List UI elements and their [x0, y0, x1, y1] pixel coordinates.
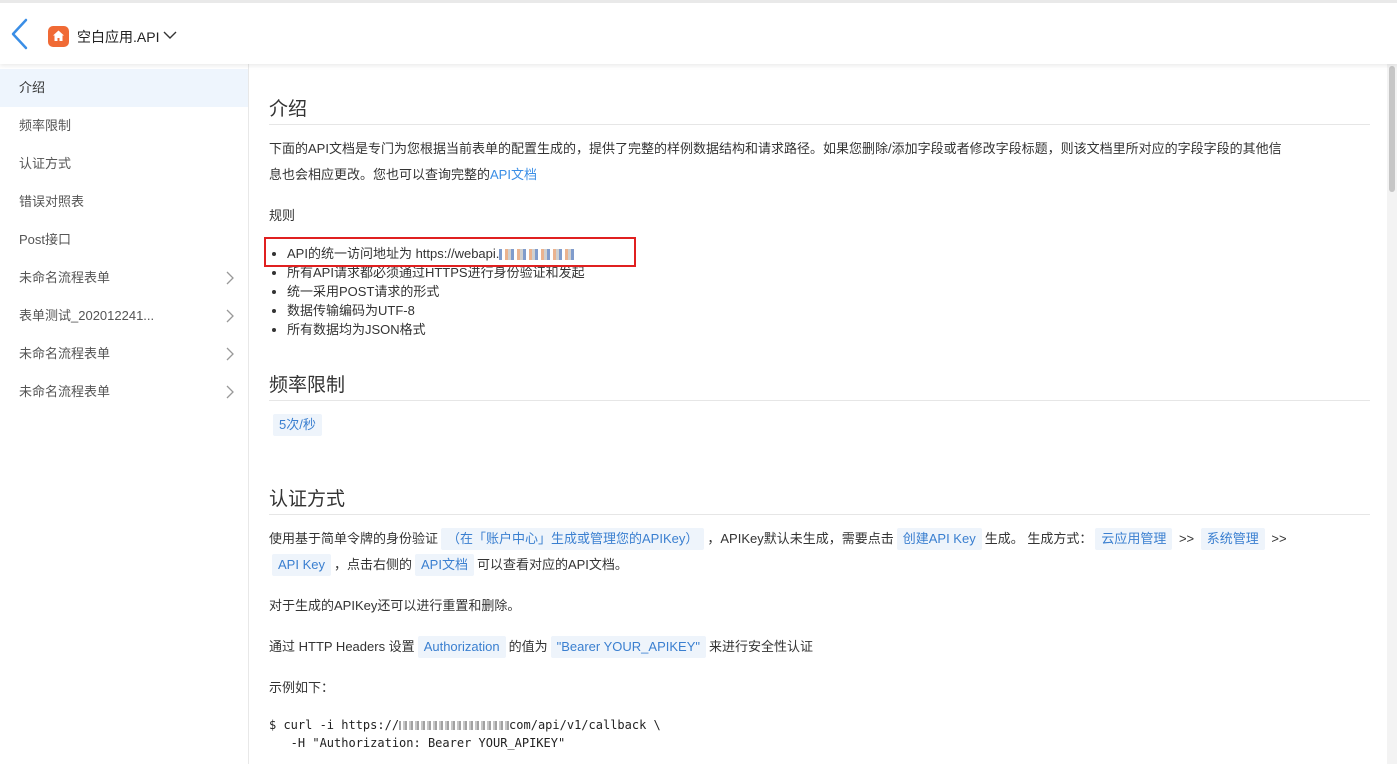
list-item: 数据传输编码为UTF-8 [287, 301, 585, 320]
highlight-annotation [264, 237, 636, 267]
list-item: 所有数据均为JSON格式 [287, 320, 585, 339]
sidebar-item-form-3[interactable]: 未命名流程表单 [0, 373, 248, 411]
auth-reset-note: 对于生成的APIKey还可以进行重置和删除。 [269, 598, 521, 613]
intro-section: 介绍 [269, 94, 1370, 125]
rate-value: 5次/秒 [273, 414, 322, 436]
main-content: 介绍 下面的API文档是专门为您根据当前表单的配置生成的，提供了完整的样例数据结… [249, 64, 1387, 764]
sidebar-item-form-2[interactable]: 未命名流程表单 [0, 335, 248, 373]
curl-example: $ curl -i https://com/api/v1/callback \ … [269, 718, 661, 750]
intro-description: 下面的API文档是专门为您根据当前表单的配置生成的，提供了完整的样例数据结构和请… [269, 141, 1282, 182]
auth-heading: 认证方式 [269, 484, 1370, 515]
sidebar-item-auth[interactable]: 认证方式 [0, 145, 248, 183]
auth-section: 认证方式 [269, 484, 1370, 515]
app-home-icon [48, 26, 69, 47]
sidebar-item-intro[interactable]: 介绍 [0, 69, 248, 107]
api-doc-link[interactable]: API文档 [490, 167, 537, 182]
auth-header-note: 通过 HTTP Headers 设置 Authorization 的值为 "Beare… [269, 634, 1369, 660]
intro-heading: 介绍 [269, 94, 1370, 125]
redacted-host [399, 721, 510, 730]
app-switch-chevron-down-icon[interactable] [163, 30, 177, 40]
sidebar-item-form-test[interactable]: 表单测试_202012241... [0, 297, 248, 335]
chevron-right-icon [226, 271, 234, 285]
top-bar: 空白应用.API [0, 0, 1397, 64]
example-label: 示例如下： [269, 680, 335, 695]
sidebar-item-errors[interactable]: 错误对照表 [0, 183, 248, 221]
rules-label: 规则 [269, 208, 296, 223]
chevron-right-icon [226, 347, 234, 361]
back-chevron-left-icon[interactable] [8, 17, 32, 51]
sidebar: 介绍 频率限制 认证方式 错误对照表 Post接口 未命名流程表单 表单测试_2… [0, 64, 249, 764]
sidebar-item-rate-limit[interactable]: 频率限制 [0, 107, 248, 145]
auth-description: 使用基于简单令牌的身份验证 （在「账户中心」生成或管理您的APIKey） ，APIK… [269, 526, 1369, 578]
rate-section: 频率限制 [269, 370, 1370, 401]
vertical-scrollbar[interactable] [1387, 64, 1397, 764]
sidebar-item-form-1[interactable]: 未命名流程表单 [0, 259, 248, 297]
chevron-right-icon [226, 385, 234, 399]
scrollbar-thumb[interactable] [1389, 66, 1395, 192]
rate-value-row: 5次/秒 [270, 412, 1370, 438]
rate-heading: 频率限制 [269, 370, 1370, 401]
sidebar-item-post[interactable]: Post接口 [0, 221, 248, 259]
app-title[interactable]: 空白应用.API [77, 27, 159, 47]
list-item: 统一采用POST请求的形式 [287, 282, 585, 301]
chevron-right-icon [226, 309, 234, 323]
